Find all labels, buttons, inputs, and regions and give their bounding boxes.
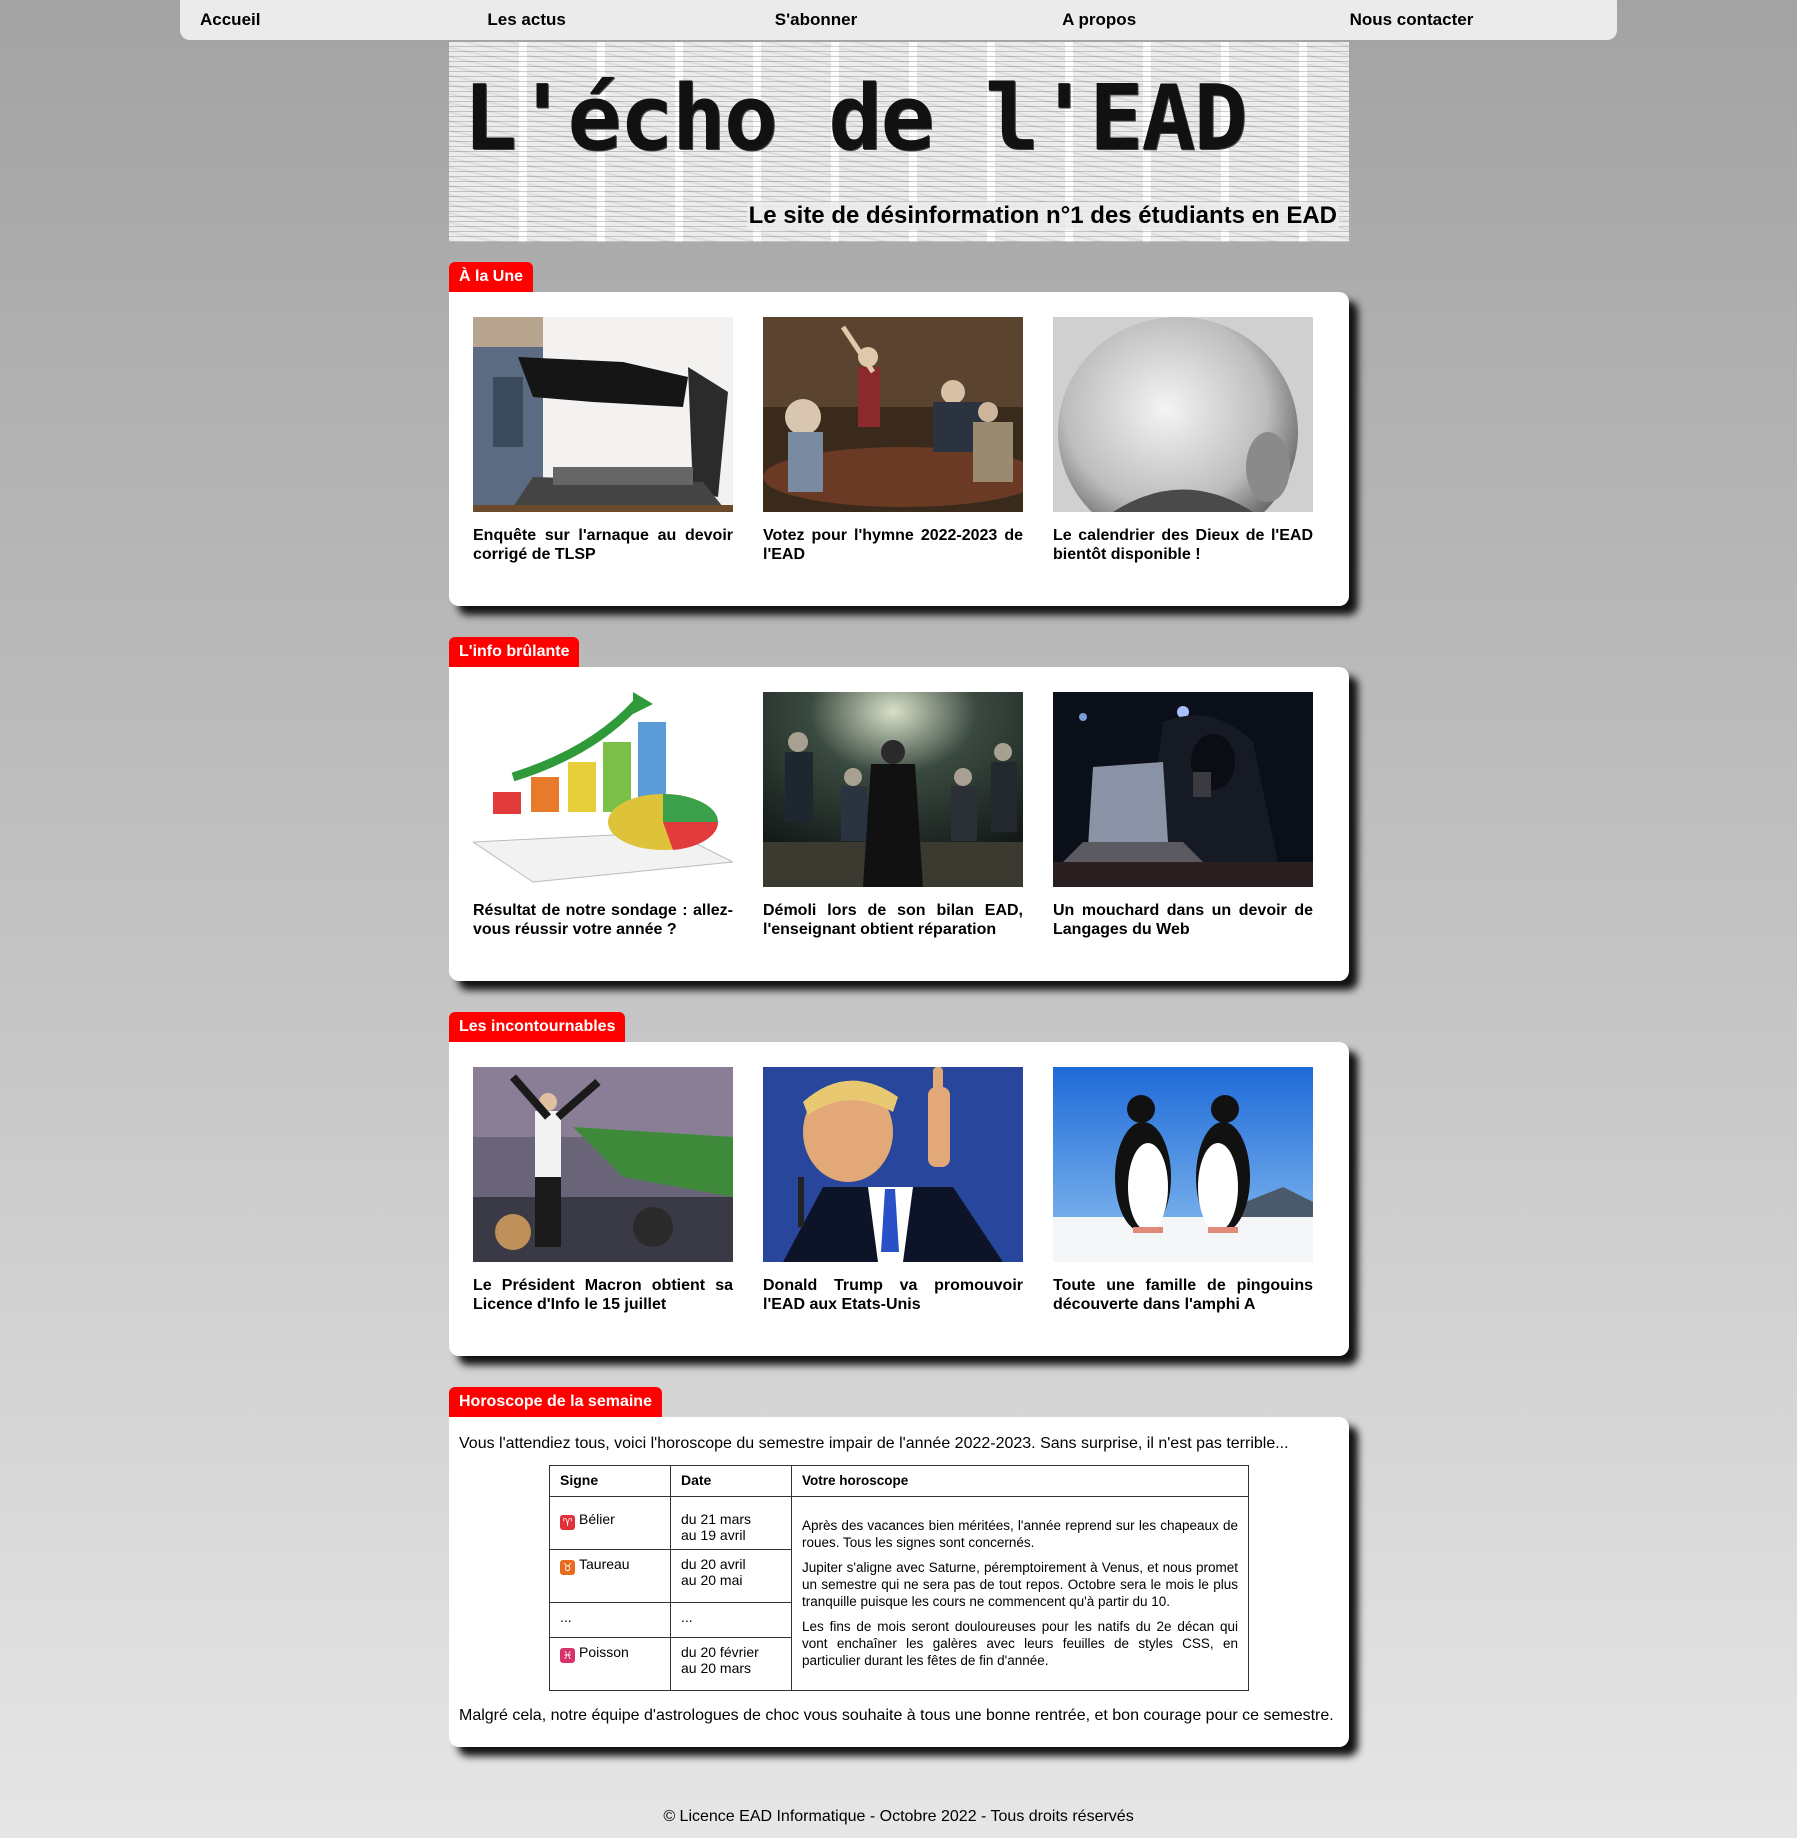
article-headline[interactable]: Un mouchard dans un devoir de Langages d… — [1053, 901, 1313, 939]
section-incontournables: Le Président Macron obtient sa Licence d… — [449, 1042, 1349, 1356]
column-header-date: Date — [670, 1465, 792, 1497]
date-from: du 21 mars — [681, 1511, 752, 1527]
site-banner: L'écho de l'EAD Le site de désinformatio… — [449, 42, 1349, 242]
horoscope-paragraph: Les fins de mois seront douloureuses pou… — [802, 1619, 1238, 1668]
article-headline[interactable]: Résultat de notre sondage : allez-vous r… — [473, 901, 733, 939]
article-headline[interactable]: Toute une famille de pingouins découvert… — [1053, 1276, 1313, 1314]
sign-cell: ♈ Bélier — [549, 1496, 671, 1550]
table-row: ♈ Bélier du 21 mars au 19 avril Après des… — [549, 1496, 1249, 1691]
article-card[interactable]: Votez pour l'hymne 2022-2023 de l'EAD — [763, 317, 1023, 564]
sign-name: Bélier — [579, 1511, 615, 1527]
pointing-man-image[interactable] — [763, 1067, 1023, 1262]
column-header-horoscope: Votre horoscope — [791, 1465, 1249, 1497]
hooded-hacker-image[interactable] — [1053, 692, 1313, 887]
article-headline[interactable]: Donald Trump va promouvoir l'EAD aux Eta… — [763, 1276, 1023, 1314]
section-horoscope: Vous l'attendiez tous, voici l'horoscope… — [449, 1417, 1349, 1747]
article-card[interactable]: Résultat de notre sondage : allez-vous r… — [473, 692, 733, 939]
nav-item-sabonner[interactable]: S'abonner — [755, 0, 1042, 40]
pisces-icon: ♓ — [560, 1648, 575, 1663]
nav-item-a-propos[interactable]: A propos — [1042, 0, 1329, 40]
column-header-sign: Signe — [549, 1465, 671, 1497]
date-from: du 20 février — [681, 1644, 759, 1660]
article-headline[interactable]: Le calendrier des Dieux de l'EAD bientôt… — [1053, 526, 1313, 564]
horoscope-paragraph: Jupiter s'aligne avec Saturne, péremptoi… — [802, 1560, 1238, 1609]
article-card[interactable]: Toute une famille de pingouins découvert… — [1053, 1067, 1313, 1314]
sign-cell: ♉ Taureau — [549, 1549, 671, 1603]
article-headline[interactable]: Démoli lors de son bilan EAD, l'enseigna… — [763, 901, 1023, 939]
article-card[interactable]: Enquête sur l'arnaque au devoir corrigé … — [473, 317, 733, 564]
section-info-brulante: Résultat de notre sondage : allez-vous r… — [449, 667, 1349, 981]
horoscope-text-cell: Après des vacances bien méritées, l'anné… — [791, 1496, 1249, 1691]
horoscope-intro: Vous l'attendiez tous, voici l'horoscope… — [459, 1435, 1289, 1452]
article-card[interactable]: Le Président Macron obtient sa Licence d… — [473, 1067, 733, 1314]
sign-name: Poisson — [579, 1644, 629, 1660]
date-from: du 20 avril — [681, 1556, 746, 1572]
date-cell: du 20 avril au 20 mai — [670, 1549, 792, 1603]
section-tab-incontournables: Les incontournables — [449, 1012, 626, 1042]
laptop-thief-image[interactable] — [473, 317, 733, 512]
taurus-icon: ♉ — [560, 1560, 575, 1575]
article-headline[interactable]: Votez pour l'hymne 2022-2023 de l'EAD — [763, 526, 1023, 564]
article-card[interactable]: Le calendrier des Dieux de l'EAD bientôt… — [1053, 317, 1313, 564]
sign-cell: ... — [549, 1602, 671, 1638]
painting-singer-image[interactable] — [763, 317, 1023, 512]
sign-name: Taureau — [579, 1556, 630, 1572]
article-card[interactable]: Démoli lors de son bilan EAD, l'enseigna… — [763, 692, 1023, 939]
site-subtitle: Le site de désinformation n°1 des étudia… — [746, 202, 1339, 230]
article-card[interactable]: Un mouchard dans un devoir de Langages d… — [1053, 692, 1313, 939]
nav-item-accueil[interactable]: Accueil — [180, 0, 467, 40]
group-kneeling-image[interactable] — [763, 692, 1023, 887]
footer-copyright: © Licence EAD Informatique - Octobre 202… — [663, 1808, 1134, 1825]
stadium-celebration-image[interactable] — [473, 1067, 733, 1262]
article-headline[interactable]: Le Président Macron obtient sa Licence d… — [473, 1276, 733, 1314]
date-to: au 19 avril — [681, 1527, 746, 1543]
section-tab-horoscope: Horoscope de la semaine — [449, 1387, 662, 1417]
top-navigation: Accueil Les actus S'abonner A propos Nou… — [180, 0, 1617, 40]
horoscope-outro: Malgré cela, notre équipe d'astrologues … — [459, 1707, 1334, 1724]
date-cell: du 20 février au 20 mars — [670, 1637, 792, 1691]
article-headline[interactable]: Enquête sur l'arnaque au devoir corrigé … — [473, 526, 733, 564]
date-cell: du 21 mars au 19 avril — [670, 1496, 792, 1550]
penguins-image[interactable] — [1053, 1067, 1313, 1262]
section-tab-info-brulante: L'info brûlante — [449, 637, 580, 667]
nav-item-nous-contacter[interactable]: Nous contacter — [1330, 0, 1617, 40]
aries-icon: ♈ — [560, 1515, 575, 1530]
bald-head-image[interactable] — [1053, 317, 1313, 512]
date-to: au 20 mars — [681, 1660, 752, 1676]
site-title: L'écho de l'EAD — [463, 66, 1248, 171]
section-tab-a-la-une: À la Une — [449, 262, 534, 292]
date-to: au 20 mai — [681, 1572, 743, 1588]
article-card[interactable]: Donald Trump va promouvoir l'EAD aux Eta… — [763, 1067, 1023, 1314]
date-cell: ... — [670, 1602, 792, 1638]
horoscope-paragraph: Après des vacances bien méritées, l'anné… — [802, 1518, 1238, 1550]
chart-3d-image[interactable] — [473, 692, 733, 887]
section-a-la-une: Enquête sur l'arnaque au devoir corrigé … — [449, 292, 1349, 606]
sign-cell: ♓ Poisson — [549, 1637, 671, 1691]
horoscope-table: Signe Date Votre horoscope ♈ Bélier du 21… — [549, 1465, 1249, 1691]
nav-item-les-actus[interactable]: Les actus — [467, 0, 754, 40]
